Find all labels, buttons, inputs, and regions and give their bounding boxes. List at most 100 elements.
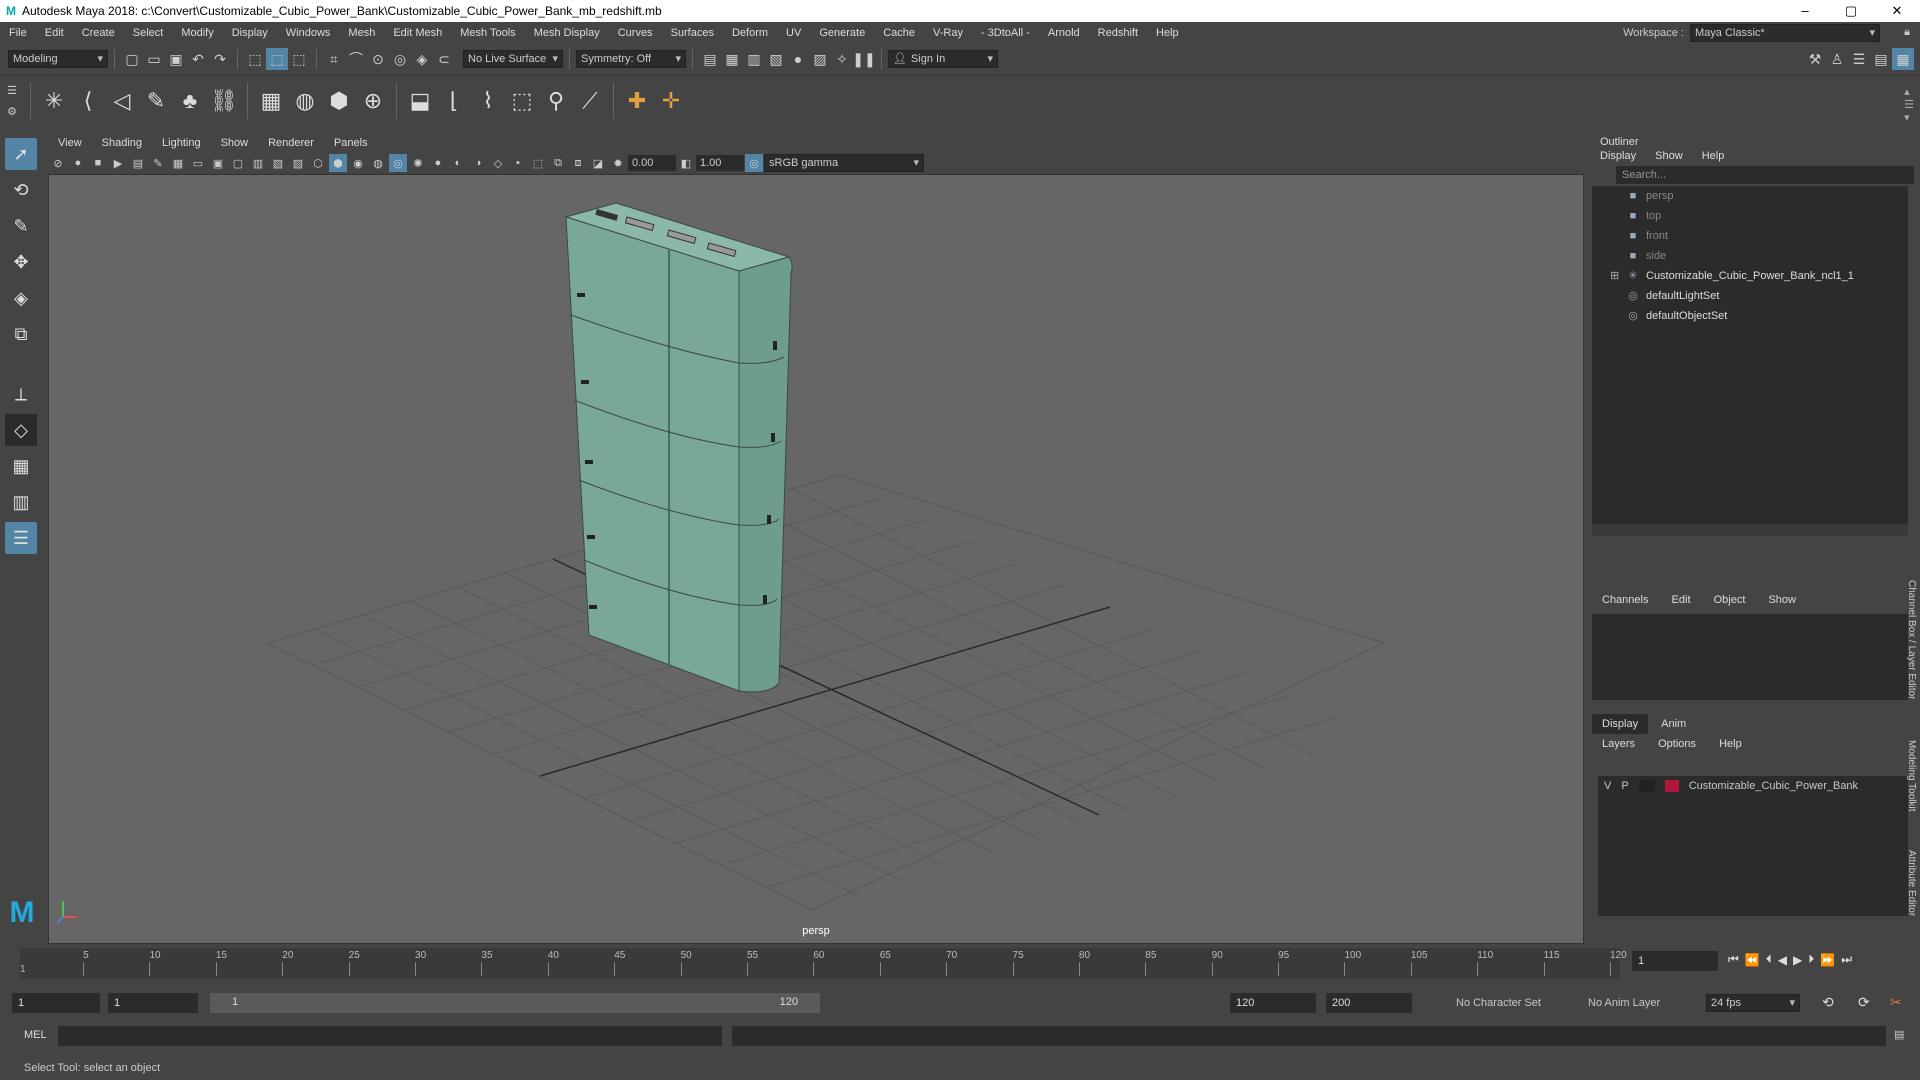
attribute-editor-icon[interactable]: ☰ xyxy=(1848,48,1870,70)
viewport-menu-renderer[interactable]: Renderer xyxy=(258,134,324,152)
multi-cut-icon[interactable]: ⬚ xyxy=(505,84,539,118)
menu-modify[interactable]: Modify xyxy=(172,22,222,44)
render-setup-icon[interactable]: ▨ xyxy=(809,48,831,70)
extrude-icon[interactable]: ⬓ xyxy=(403,84,437,118)
animation-end-field[interactable]: 200 xyxy=(1326,993,1412,1013)
snap-surface-icon[interactable]: ◈ xyxy=(411,48,433,70)
render-view-icon[interactable]: ▤ xyxy=(699,48,721,70)
channel-box-icon[interactable]: ▦ xyxy=(1892,48,1914,70)
grid-toggle-icon[interactable]: ▦ xyxy=(169,154,187,172)
select-by-object-icon[interactable]: ⬚ xyxy=(266,48,288,70)
select-by-component-icon[interactable]: ⬚ xyxy=(288,48,310,70)
viewport-menu-lighting[interactable]: Lighting xyxy=(152,134,211,152)
image-plane-icon[interactable]: ▶ xyxy=(109,154,127,172)
exposure-field[interactable]: 0.00 xyxy=(628,155,676,171)
save-scene-icon[interactable]: ▣ xyxy=(165,48,187,70)
menu-redshift[interactable]: Redshift xyxy=(1089,22,1147,44)
menu-mesh-tools[interactable]: Mesh Tools xyxy=(451,22,524,44)
go-to-end-icon[interactable]: ⏭ xyxy=(1841,952,1852,967)
power-bank-model[interactable] xyxy=(564,202,793,693)
snap-view-icon[interactable]: ◎ xyxy=(389,48,411,70)
loop-icon[interactable]: ⟲ xyxy=(1822,994,1834,1011)
safe-title-icon[interactable]: ▨ xyxy=(289,154,307,172)
playback-start-field[interactable]: 1 xyxy=(108,993,198,1013)
outliner-item-default-light-set[interactable]: ◎ defaultLightSet xyxy=(1592,286,1908,306)
camera-attributes-icon[interactable]: ● xyxy=(69,154,87,172)
menu-display[interactable]: Display xyxy=(223,22,277,44)
xray-icon[interactable]: ⬚ xyxy=(529,154,547,172)
menu-create[interactable]: Create xyxy=(73,22,124,44)
outliner-item-persp[interactable]: ■ persp xyxy=(1592,186,1908,206)
outliner-layout-icon[interactable]: ☰ xyxy=(5,522,37,554)
step-back-key-icon[interactable]: ⏪ xyxy=(1745,953,1760,967)
shelf-scroll[interactable]: ▴ ☰ ▾ xyxy=(1904,85,1914,124)
isolate-select-icon[interactable]: ▪ xyxy=(509,154,527,172)
bookmark-icon[interactable]: ■ xyxy=(89,154,107,172)
shelf-scroll-menu-icon[interactable]: ☰ xyxy=(1904,98,1914,111)
cv-curve-tool-icon[interactable]: ✳ xyxy=(37,84,71,118)
tab-anim[interactable]: Anim xyxy=(1651,714,1696,734)
exposure-icon[interactable]: ✹ xyxy=(609,154,627,172)
symmetry-dropdown[interactable]: Symmetry: Off xyxy=(576,50,686,68)
auto-key-icon[interactable]: ⟳ xyxy=(1858,994,1870,1011)
menu-help[interactable]: Help xyxy=(1147,22,1188,44)
bezier-curve-icon[interactable]: ◁ xyxy=(105,84,139,118)
shelf-scroll-down-icon[interactable]: ▾ xyxy=(1904,111,1914,124)
single-perspective-layout-icon[interactable]: ◇ xyxy=(5,414,37,446)
polygon-cube-icon[interactable]: ⊕ xyxy=(356,84,390,118)
character-controls-icon[interactable]: ♙ xyxy=(1826,48,1848,70)
joint-tool-icon[interactable]: ⛓ xyxy=(207,84,241,118)
menu-generate[interactable]: Generate xyxy=(810,22,874,44)
outliner-item-front[interactable]: ■ front xyxy=(1592,226,1908,246)
menu-curves[interactable]: Curves xyxy=(609,22,662,44)
layer-color-swatch[interactable] xyxy=(1664,780,1679,792)
field-chart-icon[interactable]: ▥ xyxy=(249,154,267,172)
smooth-shade-icon[interactable]: ⬢ xyxy=(329,154,347,172)
paint-select-tool-icon[interactable]: ✎ xyxy=(5,210,37,242)
layers-menu-help[interactable]: Help xyxy=(1709,734,1752,754)
lasso-tool-icon[interactable]: ⟲ xyxy=(5,174,37,206)
undo-icon[interactable]: ↶ xyxy=(187,48,209,70)
new-scene-icon[interactable]: ▢ xyxy=(121,48,143,70)
outliner-item-side[interactable]: ■ side xyxy=(1592,246,1908,266)
nurbs-sphere-icon[interactable]: ◍ xyxy=(288,84,322,118)
viewport-menu-view[interactable]: View xyxy=(48,134,92,152)
redo-icon[interactable]: ↷ xyxy=(209,48,231,70)
resolution-gate-icon[interactable]: ▣ xyxy=(209,154,227,172)
mode-dropdown[interactable]: Modeling xyxy=(8,50,108,68)
playback-end-field[interactable]: 120 xyxy=(1230,993,1316,1013)
menu-windows[interactable]: Windows xyxy=(277,22,340,44)
multisample-aa-icon[interactable]: ◑ xyxy=(469,154,487,172)
workspace-dropdown[interactable]: Maya Classic* xyxy=(1690,24,1880,42)
menu-edit[interactable]: Edit xyxy=(36,22,73,44)
menu-3dtoall[interactable]: - 3DtoAll - xyxy=(972,22,1039,44)
outliner-item-top[interactable]: ■ top xyxy=(1592,206,1908,226)
menu-uv[interactable]: UV xyxy=(777,22,810,44)
range-slider[interactable]: 1 120 xyxy=(210,993,820,1013)
pause-viewport-icon[interactable]: ❚❚ xyxy=(852,48,875,70)
close-button[interactable]: ✕ xyxy=(1874,0,1920,22)
ep-curve-tool-icon[interactable]: ⟨ xyxy=(71,84,105,118)
outliner-menu-show[interactable]: Show xyxy=(1655,150,1683,162)
four-view-layout-icon[interactable]: ▦ xyxy=(5,450,37,482)
offset-edge-loop-icon[interactable]: ✛ xyxy=(654,84,688,118)
tool-settings-icon[interactable]: ▤ xyxy=(1870,48,1892,70)
layer-row[interactable]: V P Customizable_Cubic_Power_Bank xyxy=(1598,776,1908,796)
snap-curve-icon[interactable]: ⌒ xyxy=(345,48,367,70)
two-d-pan-icon[interactable]: ▤ xyxy=(129,154,147,172)
lock-icon[interactable]: 🔒︎ xyxy=(1904,26,1910,39)
channels-menu-edit[interactable]: Edit xyxy=(1662,590,1701,610)
layer-visibility-toggle[interactable]: V xyxy=(1604,780,1611,792)
hypershade-icon[interactable]: ● xyxy=(787,48,809,70)
use-all-lights-icon[interactable]: ◎ xyxy=(389,154,407,172)
bevel-icon[interactable]: ⌊ xyxy=(437,84,471,118)
side-tab-channel-box[interactable]: Channel Box / Layer Editor xyxy=(1906,580,1917,700)
color-management-icon[interactable]: ◎ xyxy=(745,154,763,172)
play-backward-icon[interactable]: ◀ xyxy=(1778,953,1787,967)
render-frame-icon[interactable]: ▦ xyxy=(721,48,743,70)
layer-playback-toggle[interactable]: P xyxy=(1621,780,1628,792)
shelf-menu-icon[interactable]: ☰ xyxy=(7,84,17,97)
outliner-item-default-object-set[interactable]: ◎ defaultObjectSet xyxy=(1592,306,1908,326)
menu-mesh[interactable]: Mesh xyxy=(339,22,384,44)
tab-display[interactable]: Display xyxy=(1592,714,1649,734)
